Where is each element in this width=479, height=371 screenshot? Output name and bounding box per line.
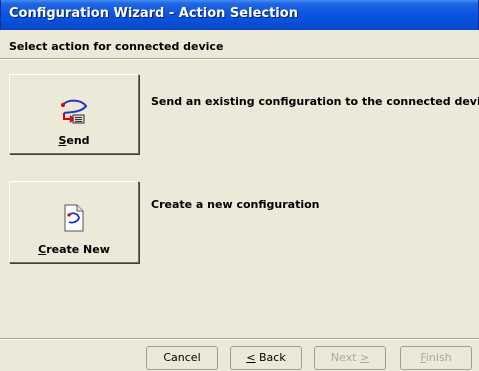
cancel-button[interactable]: Cancel <box>146 346 218 370</box>
send-description: Send an existing configuration to the co… <box>151 95 479 108</box>
instruction-text: Select action for connected device <box>9 40 224 53</box>
create-new-description: Create a new configuration <box>151 198 320 211</box>
finish-button[interactable]: Finish <box>400 346 472 370</box>
send-button-label: Send <box>58 134 90 147</box>
window-title: Configuration Wizard - Action Selection <box>9 6 298 21</box>
new-config-icon <box>61 204 87 236</box>
send-button[interactable]: Send <box>9 74 139 154</box>
create-new-button-label: Create New <box>38 243 110 256</box>
next-button[interactable]: Next > <box>314 346 386 370</box>
wizard-window: Configuration Wizard - Action Selection … <box>0 0 479 371</box>
back-button[interactable]: < Back <box>230 346 302 370</box>
create-new-button[interactable]: Create New <box>9 181 139 263</box>
bottom-divider <box>0 338 479 340</box>
top-divider <box>0 58 479 60</box>
send-config-icon <box>59 97 89 129</box>
title-bar[interactable]: Configuration Wizard - Action Selection <box>0 0 479 30</box>
